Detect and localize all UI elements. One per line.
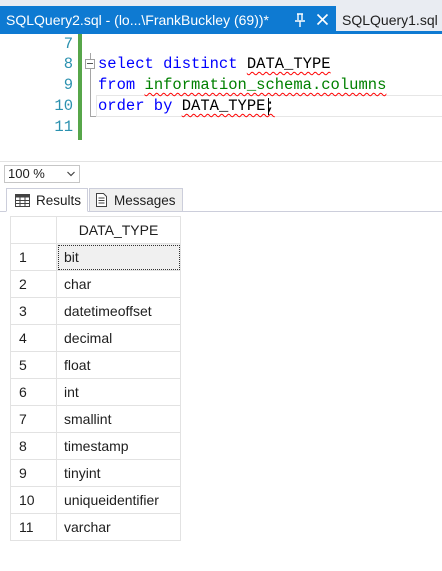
sql-keyword: from [98,76,136,94]
zoom-value: 100 % [8,166,45,181]
row-number[interactable]: 11 [10,513,57,541]
row-number[interactable]: 9 [10,459,57,487]
line-number: 10 [54,97,73,115]
table-row[interactable]: 3 datetimeoffset [10,297,181,325]
tab-sqlquery1[interactable]: SQLQuery1.sql [337,6,442,34]
chevron-down-icon [67,171,75,177]
cell-data-type[interactable]: float [56,351,181,379]
tab-results-label: Results [36,192,82,208]
close-icon[interactable] [316,13,329,26]
line-number: 11 [54,118,73,136]
cell-data-type[interactable]: tinyint [56,459,181,487]
zoom-bar: 100 % [0,161,442,184]
cell-data-type[interactable]: timestamp [56,432,181,460]
row-number[interactable]: 5 [10,351,57,379]
tab-sqlquery1-label: SQLQuery1.sql [342,12,438,28]
sql-identifier: DATA_TYPE; [181,97,275,115]
code-text: from information_schema.columns [98,75,386,96]
sql-keyword: select distinct [98,55,238,73]
cell-data-type[interactable]: uniqueidentifier [56,486,181,514]
grid-icon [15,193,30,207]
row-number[interactable]: 4 [10,324,57,352]
cell-data-type[interactable]: varchar [56,513,181,541]
sql-keyword: order by [98,97,173,115]
row-number[interactable]: 7 [10,405,57,433]
editor-line: 10 order by DATA_TYPE; [0,96,442,117]
line-number: 9 [63,76,73,94]
results-tab-strip: Results Messages [0,184,442,212]
table-row[interactable]: 6 int [10,378,181,406]
row-number[interactable]: 10 [10,486,57,514]
row-number[interactable]: 2 [10,270,57,298]
document-tab-strip: SQLQuery2.sql - (lo...\FrankBuckley (69)… [0,0,442,34]
tab-sqlquery2-label: SQLQuery2.sql - (lo...\FrankBuckley (69)… [6,12,269,28]
code-text: select distinct DATA_TYPE [98,54,331,75]
cell-data-type[interactable]: bit [56,243,181,271]
table-row[interactable]: 7 smallint [10,405,181,433]
code-text: order by DATA_TYPE; [98,96,275,117]
sql-object: information_schema.columns [144,76,387,94]
zoom-dropdown[interactable]: 100 % [4,165,80,183]
cell-data-type[interactable]: int [56,378,181,406]
tab-messages[interactable]: Messages [89,188,183,212]
row-number[interactable]: 8 [10,432,57,460]
pin-icon[interactable] [293,12,307,28]
row-number[interactable]: 3 [10,297,57,325]
table-row[interactable]: 1 bit [10,243,181,271]
table-row[interactable]: 2 char [10,270,181,298]
query-editor[interactable]: 7 8 select distinct DATA_TYPE 9 from inf… [0,34,442,161]
line-number: 7 [63,35,73,53]
sql-identifier: DATA_TYPE [246,55,331,73]
editor-line: 11 [0,117,442,138]
header-row: DATA_TYPE [10,216,181,244]
table-row[interactable]: 5 float [10,351,181,379]
row-number[interactable]: 1 [10,243,57,271]
results-grid-area: DATA_TYPE 1 bit 2 char 3 datetimeoffset 4 decim… [0,212,442,571]
row-number[interactable]: 6 [10,378,57,406]
tab-results[interactable]: Results [6,188,88,212]
table-row[interactable]: 9 tinyint [10,459,181,487]
column-header-data-type[interactable]: DATA_TYPE [56,216,181,244]
table-row[interactable]: 11 varchar [10,513,181,541]
cell-data-type[interactable]: decimal [56,324,181,352]
cell-data-type[interactable]: smallint [56,405,181,433]
tab-messages-label: Messages [114,192,176,208]
editor-line: 9 from information_schema.columns [0,75,442,96]
collapse-toggle-icon[interactable] [85,59,95,69]
table-row[interactable]: 4 decimal [10,324,181,352]
tab-sqlquery2[interactable]: SQLQuery2.sql - (lo...\FrankBuckley (69)… [0,6,336,34]
table-row[interactable]: 10 uniqueidentifier [10,486,181,514]
cell-data-type[interactable]: char [56,270,181,298]
results-grid: DATA_TYPE 1 bit 2 char 3 datetimeoffset 4 decim… [10,216,181,541]
editor-line: 8 select distinct DATA_TYPE [0,54,442,75]
line-number: 8 [63,55,73,73]
text-caret [268,98,269,115]
editor-line: 7 [0,34,442,55]
cell-data-type[interactable]: datetimeoffset [56,297,181,325]
messages-icon [96,193,107,207]
row-number-header[interactable] [10,216,57,244]
table-row[interactable]: 8 timestamp [10,432,181,460]
